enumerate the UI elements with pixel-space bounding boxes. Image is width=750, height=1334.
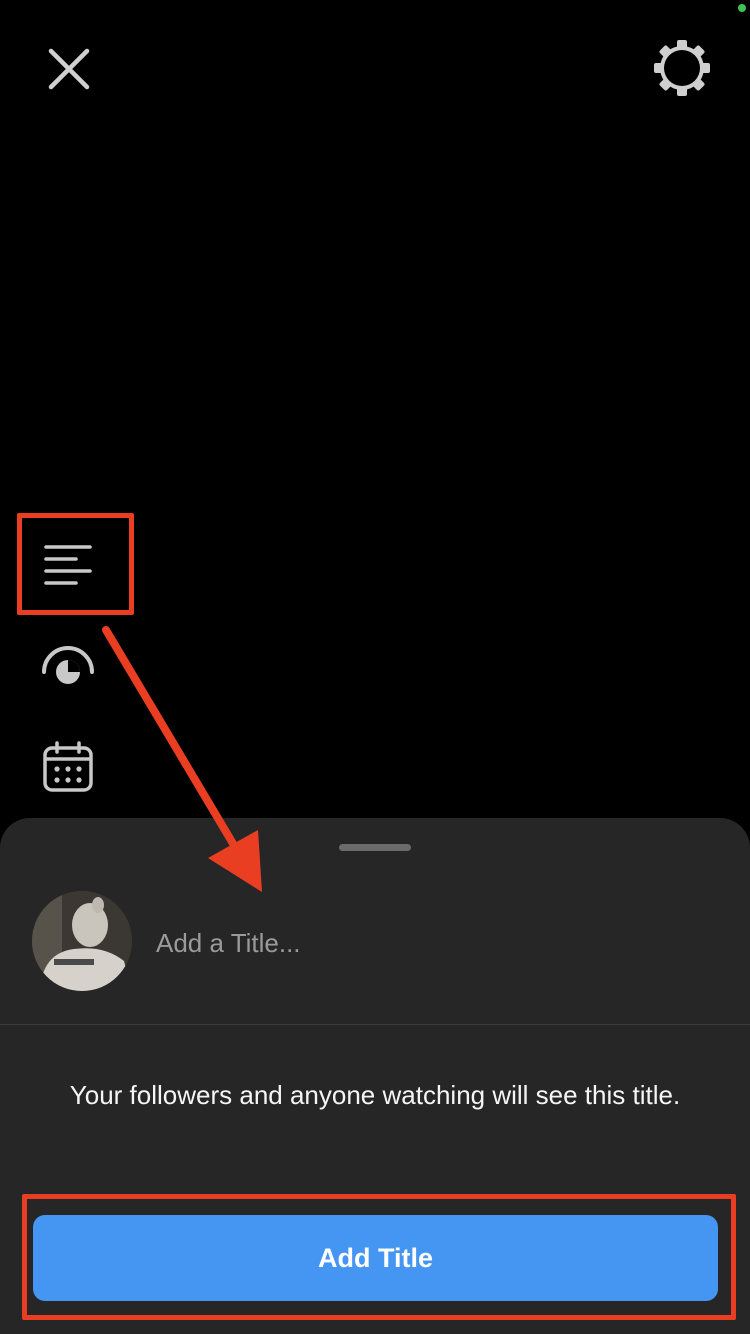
settings-button[interactable]	[650, 36, 714, 100]
gear-icon	[654, 40, 710, 96]
helper-text: Your followers and anyone watching will …	[69, 1080, 681, 1110]
sheet-grabber[interactable]	[339, 844, 411, 851]
close-button[interactable]	[40, 40, 98, 98]
sheet-divider	[0, 1024, 750, 1025]
audience-icon	[42, 646, 94, 684]
avatar	[32, 891, 132, 991]
calendar-icon	[43, 741, 93, 792]
title-input[interactable]	[156, 918, 716, 968]
add-title-button[interactable]: Add Title	[33, 1215, 718, 1301]
camera-in-use-indicator	[738, 4, 746, 12]
annotation-highlight-title-tool	[17, 513, 134, 615]
audience-tool-button[interactable]	[38, 640, 98, 692]
close-icon	[48, 48, 90, 90]
schedule-tool-button[interactable]	[38, 738, 98, 798]
live-setup-screen: Your followers and anyone watching will …	[0, 0, 750, 1334]
